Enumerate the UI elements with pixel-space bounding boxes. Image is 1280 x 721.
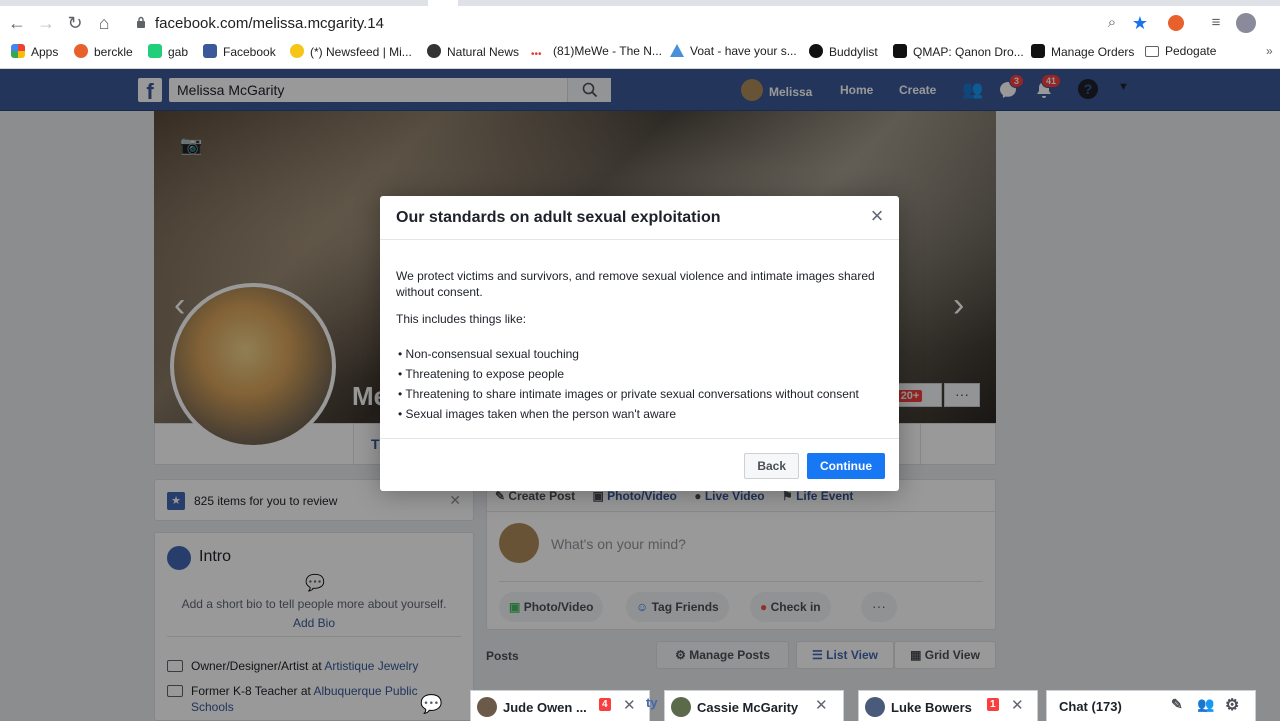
standards-dialog: Our standards on adult sexual exploitati…: [380, 196, 899, 491]
bookmark-voat[interactable]: Voat - have your s...: [670, 44, 797, 58]
close-icon[interactable]: ×: [867, 205, 887, 227]
bookmark-berckle[interactable]: berckle: [74, 44, 133, 59]
browser-chrome: ← → ↻ ⌂ facebook.com/melissa.mcgarity.14…: [0, 0, 1280, 69]
forward-icon[interactable]: →: [35, 12, 57, 34]
bookmark-buddylist[interactable]: Buddylist: [809, 44, 878, 59]
back-button[interactable]: Back: [744, 453, 799, 479]
bulb-icon: [290, 44, 304, 58]
chat-sidebar-bar[interactable]: Chat (173) ✎ 👥 ⚙: [1046, 690, 1256, 721]
chat-tab-cassie[interactable]: Cassie McGarity ✕: [664, 690, 844, 721]
bookmark-facebook[interactable]: Facebook: [203, 44, 276, 59]
address-bar[interactable]: facebook.com/melissa.mcgarity.14: [126, 12, 1164, 36]
bullet-item: • Sexual images taken when the person wa…: [398, 407, 676, 421]
tab-strip: [0, 0, 1280, 6]
zoom-icon[interactable]: ⌕: [1101, 12, 1123, 34]
dialog-footer: Back Continue: [380, 438, 899, 491]
mewe-icon: •••: [531, 48, 547, 62]
media-icon[interactable]: ≡: [1205, 12, 1227, 34]
naturalnews-icon: [427, 44, 441, 58]
chat-avatar: [865, 697, 885, 717]
url-text: facebook.com/melissa.mcgarity.14: [155, 15, 384, 32]
folder-icon: [1145, 46, 1159, 57]
chat-tab-jude[interactable]: Jude Owen ... 4 ✕: [470, 690, 650, 721]
close-icon[interactable]: ✕: [815, 696, 828, 714]
star-icon[interactable]: ★: [1129, 12, 1151, 34]
bullet-item: • Non-consensual sexual touching: [398, 347, 579, 361]
chat-count: Chat (173): [1059, 699, 1122, 714]
dialog-title: Our standards on adult sexual exploitati…: [396, 209, 721, 226]
chat-tab-luke[interactable]: Luke Bowers 1 ✕: [858, 690, 1038, 721]
new-group-icon[interactable]: 👥: [1197, 696, 1214, 713]
dialog-body: We protect victims and survivors, and re…: [396, 268, 886, 424]
bookmark-gab[interactable]: gab: [148, 44, 188, 59]
bullet-item: • Threatening to expose people: [398, 367, 565, 381]
dialog-bullet-list: • Non-consensual sexual touching • Threa…: [396, 344, 886, 424]
chat-badge: 4: [599, 698, 611, 711]
chat-bubbles-icon: 💬: [420, 694, 443, 714]
chat-launcher[interactable]: 💬: [410, 690, 450, 721]
partial-text: ty: [646, 695, 658, 710]
amazon-icon: [1031, 44, 1045, 58]
voat-icon: [670, 44, 684, 57]
bookmark-pedogate[interactable]: Pedogate: [1145, 44, 1216, 58]
chat-badge: 1: [987, 698, 999, 711]
bookmark-apps[interactable]: Apps: [11, 44, 58, 59]
chat-avatar: [671, 697, 691, 717]
compose-icon[interactable]: ✎: [1171, 696, 1183, 713]
gab-icon: [148, 44, 162, 58]
continue-button[interactable]: Continue: [807, 453, 885, 479]
dialog-includes: This includes things like:: [396, 312, 527, 326]
buddylist-icon: [809, 44, 823, 58]
apps-icon: [11, 44, 25, 58]
lock-icon: [137, 16, 145, 28]
active-tab[interactable]: [428, 0, 458, 6]
bullet-item: • Threatening to share intimate images o…: [398, 387, 859, 401]
qmap-icon: [893, 44, 907, 58]
bookmark-manage-orders[interactable]: Manage Orders: [1031, 44, 1134, 59]
bookmark-newsfeed[interactable]: (*) Newsfeed | Mi...: [290, 44, 412, 59]
close-icon[interactable]: ✕: [1011, 696, 1024, 714]
bookmark-mewe[interactable]: ••• (81)MeWe - The N...: [531, 44, 662, 62]
dialog-header: Our standards on adult sexual exploitati…: [380, 196, 899, 240]
back-icon[interactable]: ←: [6, 12, 28, 34]
chat-avatar: [477, 697, 497, 717]
reload-icon[interactable]: ↻: [64, 12, 86, 34]
home-icon[interactable]: ⌂: [93, 12, 115, 34]
close-icon[interactable]: ✕: [623, 696, 636, 714]
bookmarks-overflow-icon[interactable]: »: [1266, 44, 1273, 58]
dialog-intro: We protect victims and survivors, and re…: [396, 269, 875, 299]
extension-icon[interactable]: [1165, 12, 1187, 34]
bookmark-qmap[interactable]: QMAP: Qanon Dro...: [893, 44, 1024, 59]
profile-avatar-icon[interactable]: [1235, 12, 1257, 34]
duckduckgo-icon: [74, 44, 88, 58]
bookmark-natural-news[interactable]: Natural News: [427, 44, 519, 59]
gear-icon[interactable]: ⚙: [1225, 695, 1239, 715]
facebook-icon: [203, 44, 217, 58]
